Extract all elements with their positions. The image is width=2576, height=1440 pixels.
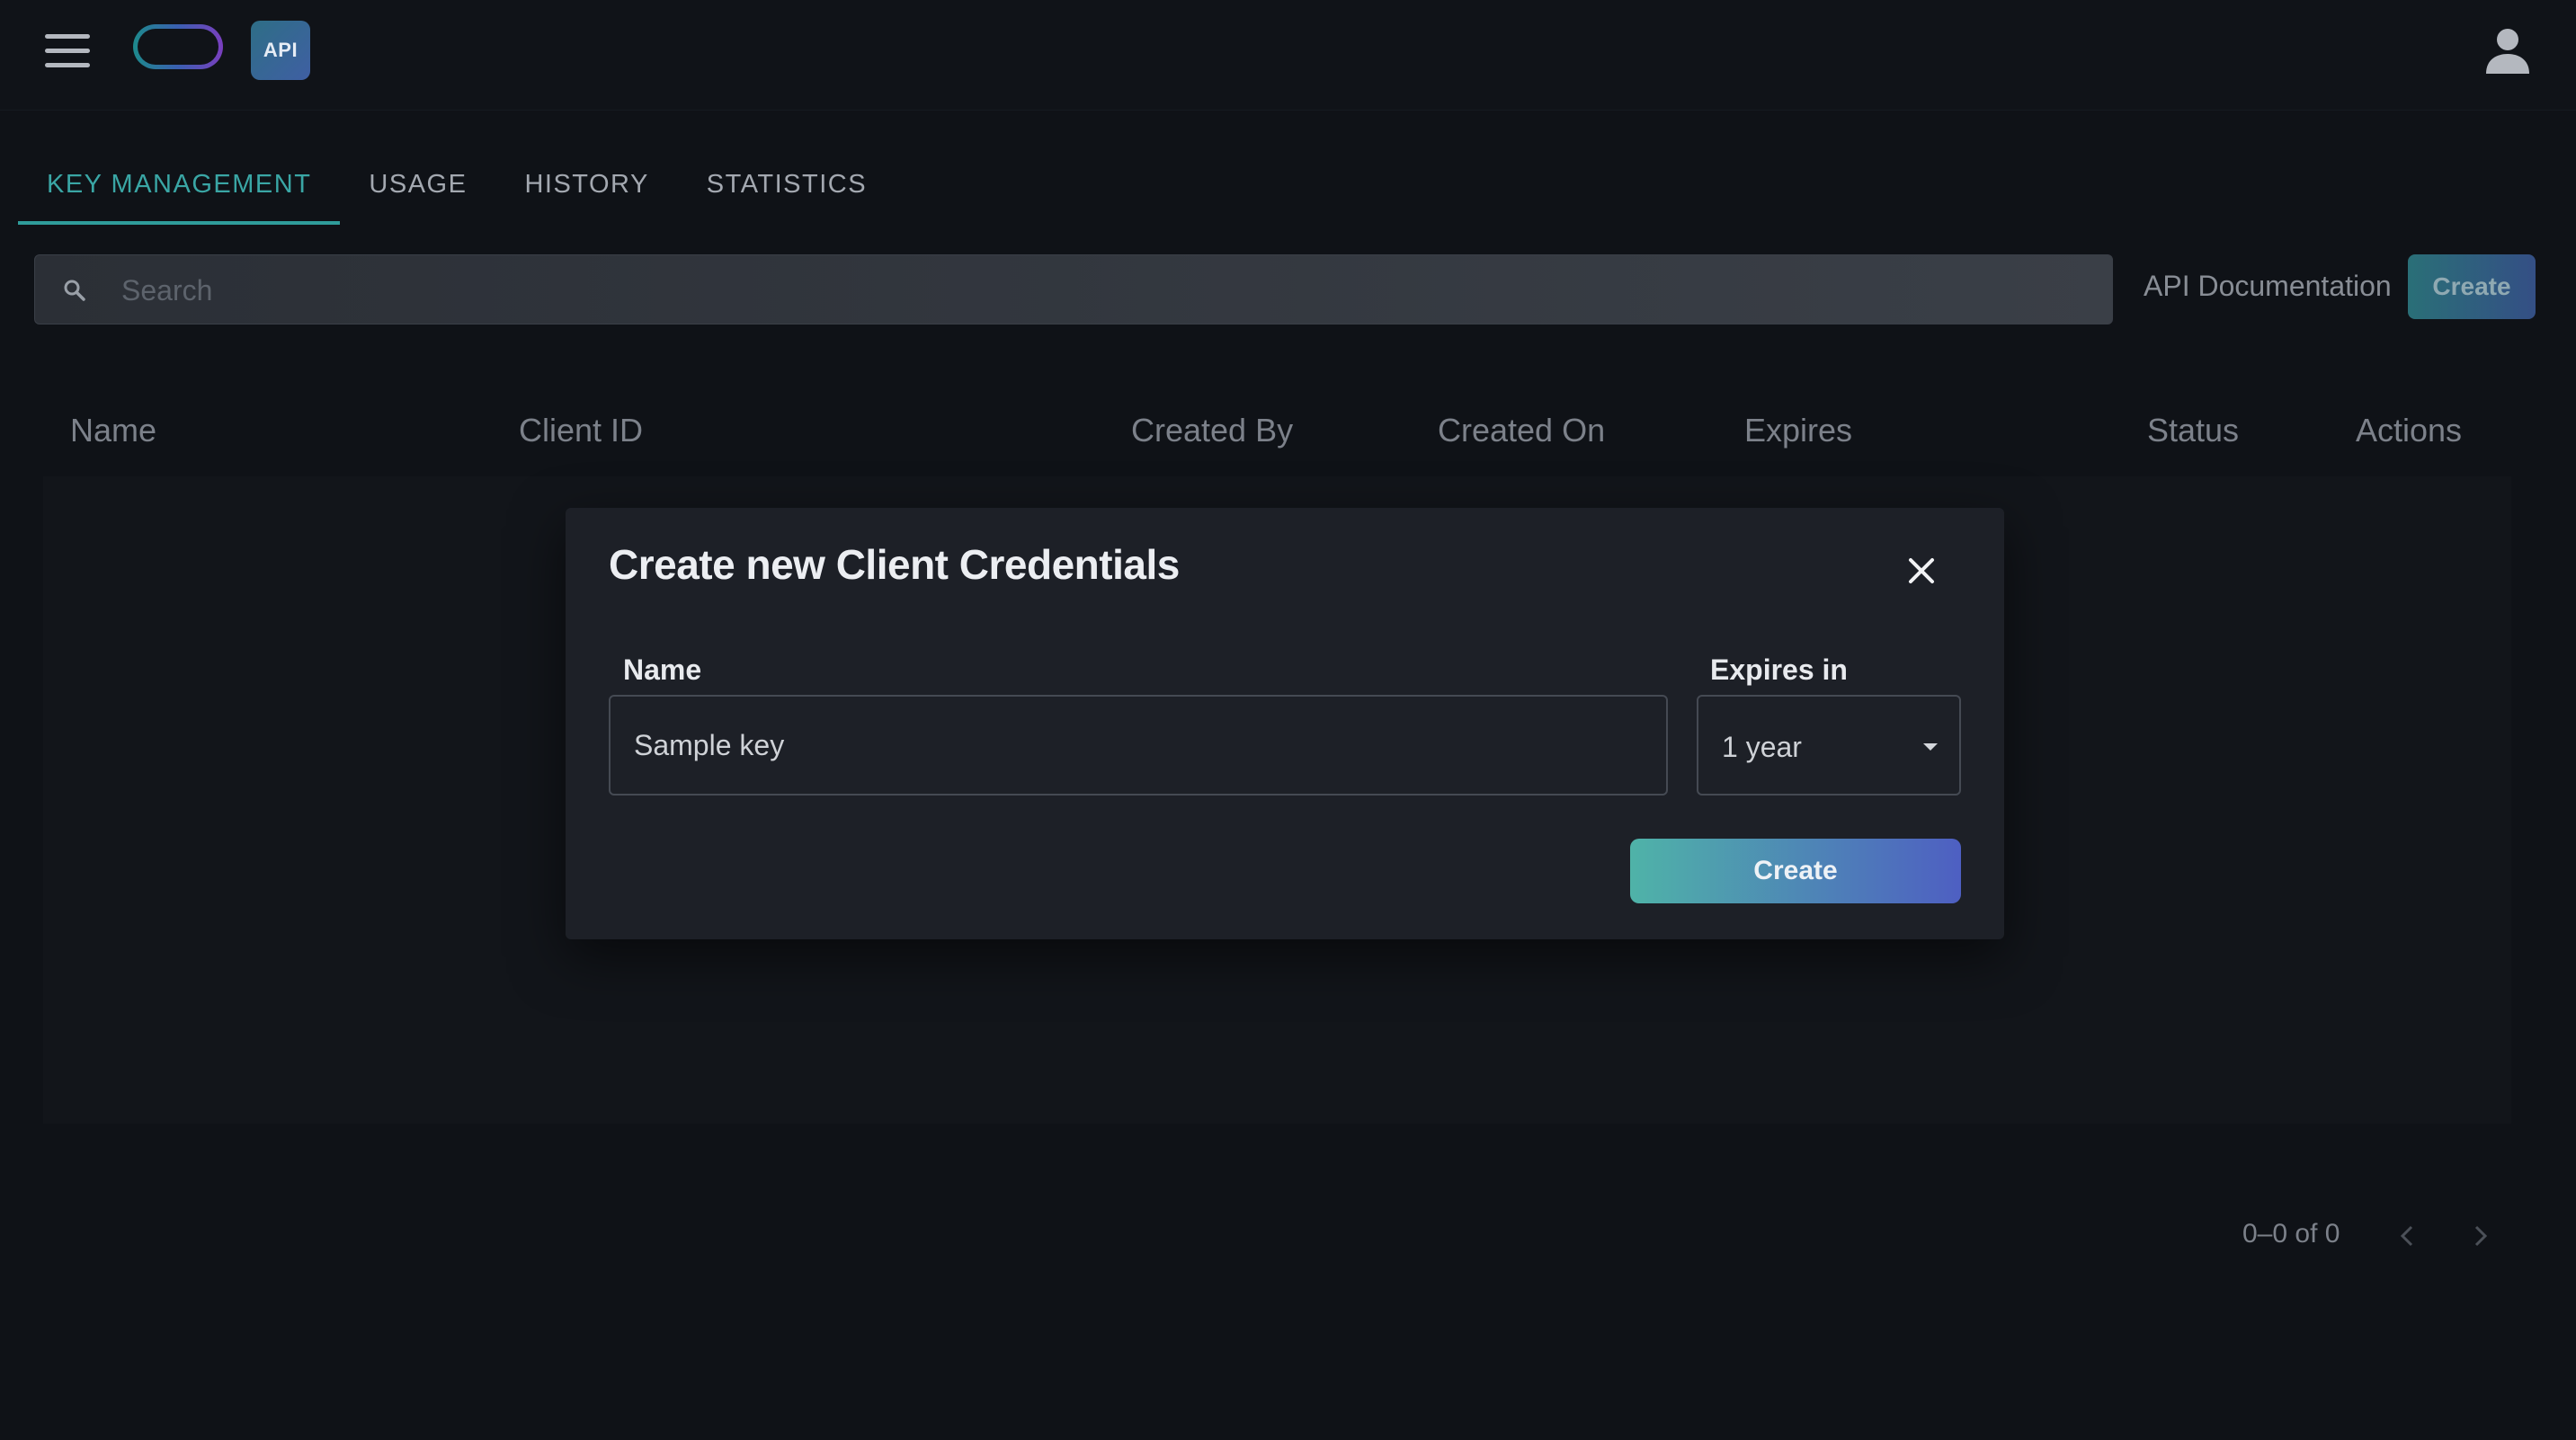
tab-key-management[interactable]: KEY MANAGEMENT bbox=[18, 144, 341, 225]
tab-usage[interactable]: USAGE bbox=[340, 144, 495, 225]
tab-statistics[interactable]: STATISTICS bbox=[678, 144, 896, 225]
close-icon[interactable] bbox=[1905, 555, 1938, 587]
api-documentation-link[interactable]: API Documentation bbox=[2144, 270, 2392, 303]
expires-select[interactable]: 1 year bbox=[1697, 695, 1961, 796]
dialog-create-button[interactable]: Create bbox=[1630, 839, 1961, 903]
name-label: Name bbox=[623, 653, 702, 686]
expires-selected-value: 1 year bbox=[1722, 731, 1802, 763]
top-app-bar: API bbox=[0, 0, 2576, 111]
column-header-status[interactable]: Status bbox=[2147, 412, 2239, 449]
column-header-client-id[interactable]: Client ID bbox=[519, 412, 643, 449]
name-field[interactable] bbox=[609, 695, 1668, 796]
dropdown-arrow-icon bbox=[1923, 743, 1938, 751]
column-header-created-by[interactable]: Created By bbox=[1131, 412, 1293, 449]
column-header-expires[interactable]: Expires bbox=[1744, 412, 1852, 449]
column-header-created-on[interactable]: Created On bbox=[1438, 412, 1605, 449]
tab-bar: KEY MANAGEMENT USAGE HISTORY STATISTICS bbox=[18, 144, 896, 225]
create-button[interactable]: Create bbox=[2408, 254, 2536, 319]
column-header-name[interactable]: Name bbox=[70, 412, 156, 449]
pagination-range: 0–0 of 0 bbox=[2242, 1219, 2340, 1249]
api-badge: API bbox=[251, 21, 310, 80]
chevron-right-icon[interactable] bbox=[2462, 1218, 2498, 1254]
user-avatar-icon[interactable] bbox=[2482, 25, 2533, 76]
column-header-actions: Actions bbox=[2356, 412, 2463, 449]
search-input[interactable] bbox=[120, 255, 2083, 325]
search-icon bbox=[64, 280, 85, 301]
dialog-title: Create new Client Credentials bbox=[609, 541, 1180, 588]
pill-logo-icon[interactable] bbox=[133, 24, 223, 69]
expires-label: Expires in bbox=[1710, 653, 1848, 686]
create-credentials-dialog: Create new Client Credentials Name Expir… bbox=[566, 508, 2004, 939]
chevron-left-icon[interactable] bbox=[2390, 1218, 2426, 1254]
search-box bbox=[34, 254, 2113, 325]
tab-history[interactable]: HISTORY bbox=[495, 144, 677, 225]
hamburger-menu-icon[interactable] bbox=[38, 27, 97, 76]
